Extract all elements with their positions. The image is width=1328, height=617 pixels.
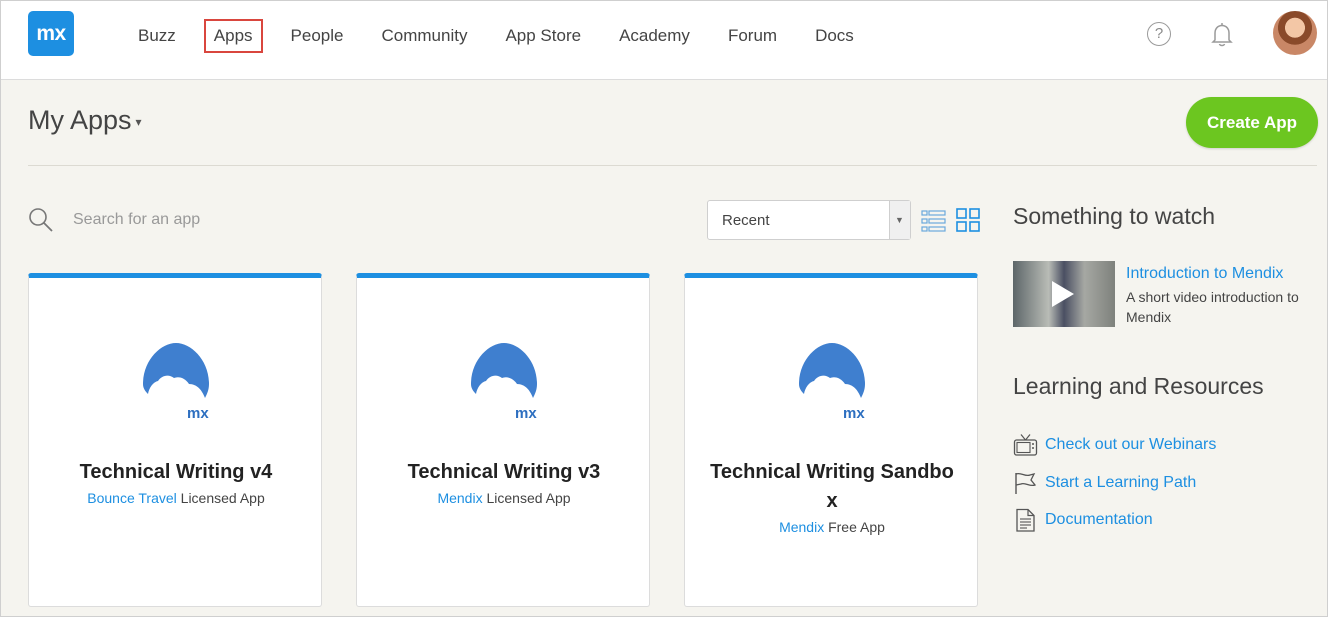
search-input[interactable]	[63, 205, 363, 235]
app-meta: Bounce Travel Licensed App	[39, 490, 313, 506]
resource-label[interactable]: Start a Learning Path	[1045, 474, 1196, 492]
mendix-logo[interactable]: mx	[28, 11, 74, 56]
app-window: mx Buzz Apps People Community App Store …	[0, 0, 1328, 617]
svg-text:mx: mx	[843, 405, 865, 422]
resource-label[interactable]: Documentation	[1045, 511, 1153, 529]
app-name[interactable]: Technical Writing v3	[367, 458, 641, 487]
cloud-app-icon: mx	[799, 343, 865, 422]
nav-forum[interactable]: Forum	[709, 19, 796, 53]
nav-apps[interactable]: Apps	[203, 19, 263, 53]
list-view-icon[interactable]	[921, 209, 946, 233]
app-license: Free App	[828, 519, 885, 535]
resource-webinars[interactable]: Check out our Webinars	[1013, 433, 1216, 457]
app-owner-link[interactable]: Mendix	[437, 490, 482, 506]
app-card[interactable]: mx Technical Writing Sandbox Mendix Free…	[684, 273, 978, 607]
page-title: My Apps	[28, 105, 132, 135]
sort-selected-value: Recent	[722, 212, 770, 229]
bell-icon[interactable]	[1209, 21, 1235, 49]
user-avatar[interactable]	[1273, 11, 1317, 55]
top-navigation-bar: mx Buzz Apps People Community App Store …	[1, 1, 1327, 80]
app-name[interactable]: Technical Writing v4	[39, 458, 313, 487]
header-divider	[28, 165, 1317, 166]
learning-resources-heading: Learning and Resources	[1013, 373, 1264, 399]
flag-icon	[1015, 472, 1037, 494]
sort-select[interactable]: Recent ▼	[707, 200, 911, 240]
app-owner-link[interactable]: Mendix	[779, 519, 824, 535]
video-thumbnail[interactable]	[1013, 261, 1115, 327]
create-app-button[interactable]: Create App	[1186, 97, 1318, 148]
resource-documentation[interactable]: Documentation	[1013, 508, 1153, 532]
search-icon	[29, 208, 53, 232]
app-owner-link[interactable]: Bounce Travel	[87, 490, 177, 506]
cloud-app-icon: mx	[471, 343, 537, 422]
chevron-down-icon: ▼	[895, 215, 904, 225]
something-to-watch-heading: Something to watch	[1013, 203, 1216, 229]
resource-label[interactable]: Check out our Webinars	[1045, 436, 1216, 454]
app-name[interactable]: Technical Writing Sandbox	[695, 458, 969, 516]
app-meta: Mendix Free App	[695, 519, 969, 535]
app-license: Licensed App	[486, 490, 571, 506]
svg-text:mx: mx	[515, 405, 537, 422]
nav-docs[interactable]: Docs	[796, 19, 873, 53]
tv-icon	[1013, 434, 1038, 456]
caret-down-icon: ▾	[135, 114, 142, 129]
app-card[interactable]: mx Technical Writing v4 Bounce Travel Li…	[28, 273, 322, 607]
nav-people[interactable]: People	[272, 19, 363, 53]
page-title-dropdown[interactable]: My Apps ▾	[28, 105, 142, 136]
cloud-app-icon: mx	[143, 343, 209, 422]
nav-buzz[interactable]: Buzz	[119, 19, 195, 53]
document-icon	[1016, 508, 1035, 532]
app-license: Licensed App	[180, 490, 265, 506]
nav-community[interactable]: Community	[362, 19, 486, 53]
video-description: A short video introduction to Mendix	[1126, 289, 1299, 325]
nav-academy[interactable]: Academy	[600, 19, 709, 53]
video-title-link[interactable]: Introduction to Mendix	[1126, 265, 1283, 283]
nav-app-store[interactable]: App Store	[486, 19, 600, 53]
help-icon[interactable]: ?	[1147, 22, 1171, 46]
play-icon	[1052, 281, 1074, 307]
main-nav: Buzz Apps People Community App Store Aca…	[119, 1, 873, 71]
grid-view-icon[interactable]	[956, 208, 980, 232]
resource-learning-path[interactable]: Start a Learning Path	[1013, 471, 1196, 495]
svg-text:mx: mx	[187, 405, 209, 422]
sort-dropdown-toggle[interactable]: ▼	[889, 201, 910, 239]
app-meta: Mendix Licensed App	[367, 490, 641, 506]
app-card[interactable]: mx Technical Writing v3 Mendix Licensed …	[356, 273, 650, 607]
